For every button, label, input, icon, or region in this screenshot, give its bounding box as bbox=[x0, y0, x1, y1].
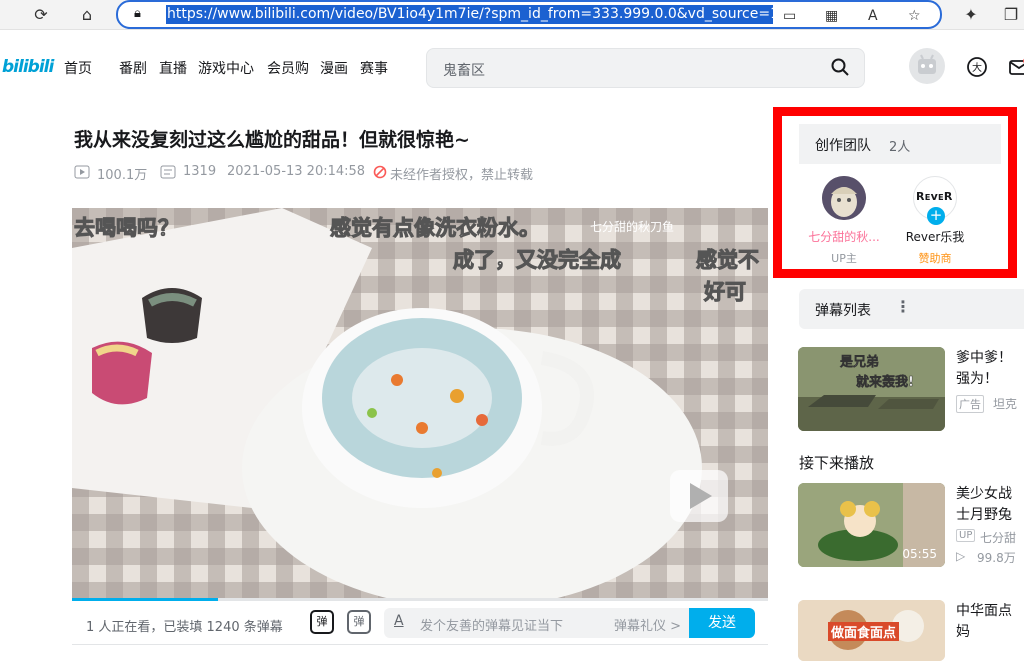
bilibili-logo[interactable]: bilibili bbox=[2, 57, 54, 77]
view-count: 100.1万 bbox=[97, 168, 148, 183]
copyright-notice: 未经作者授权，禁止转载 bbox=[390, 168, 534, 183]
member-role: 赞助商 bbox=[918, 252, 952, 265]
url-text[interactable]: https://www.bilibili.com/video/BV1io4y1m… bbox=[166, 5, 773, 24]
danmaku-etiquette-link[interactable]: 弹幕礼仪 > bbox=[614, 615, 681, 634]
home-icon[interactable]: ⌂ bbox=[76, 4, 98, 26]
video-player[interactable]: 去喝喝吗？ 感觉有点像洗衣粉水。 七分甜的秋刀鱼 成了，又没完全成 感觉不 好可 bbox=[72, 208, 768, 598]
nav-home[interactable]: 首页 bbox=[64, 58, 92, 78]
svg-text:大: 大 bbox=[972, 61, 982, 74]
ad-tag: 广告 bbox=[956, 395, 984, 413]
nav-esports[interactable]: 赛事 bbox=[360, 58, 388, 78]
danmaku-toggle-button[interactable]: 弹 bbox=[310, 610, 334, 634]
next-video-thumbnail[interactable]: 05:55 bbox=[798, 483, 945, 567]
next-video-views: 99.8万 bbox=[977, 551, 1016, 565]
subtitle-5: 好可 bbox=[704, 280, 747, 305]
sponsor-logo-text: RᴇᴠᴇR bbox=[916, 190, 953, 203]
subtitle-1: 去喝喝吗？ bbox=[74, 216, 180, 241]
nav-vip-shop[interactable]: 会员购 bbox=[267, 58, 309, 78]
creator-team-title: 创作团队 bbox=[815, 138, 871, 154]
app-available-icon[interactable]: ▭ bbox=[783, 6, 796, 26]
ad-thumb-text-1: 是兄弟 bbox=[840, 355, 880, 371]
creator-team-header: 创作团队 2人 bbox=[799, 124, 1001, 164]
qr-icon[interactable]: ▦ bbox=[825, 6, 838, 26]
more-options-icon[interactable]: ⋮ bbox=[895, 297, 911, 316]
search-icon[interactable] bbox=[830, 57, 850, 77]
member-name[interactable]: Rever乐我 bbox=[887, 228, 983, 245]
search-bar[interactable]: 鬼畜区 bbox=[426, 48, 865, 88]
message-icon[interactable] bbox=[1008, 56, 1024, 78]
video-duration: 05:55 bbox=[902, 547, 937, 561]
subtitle-4: 感觉不 bbox=[696, 248, 760, 273]
member-name[interactable]: 七分甜的秋... bbox=[796, 228, 892, 245]
danmaku-input-placeholder: 发个友善的弹幕见证当下 bbox=[420, 619, 564, 634]
search-placeholder: 鬼畜区 bbox=[443, 63, 485, 79]
nav-live[interactable]: 直播 bbox=[159, 58, 187, 78]
publish-date: 2021-05-13 20:14:58 bbox=[227, 164, 366, 179]
play-count-icon bbox=[74, 165, 90, 179]
team-member-up[interactable]: 七分甜的秋... UP主 bbox=[796, 176, 892, 266]
favorite-star-icon[interactable]: ☆ bbox=[908, 6, 921, 26]
danmaku-settings-button[interactable]: 弹 bbox=[347, 610, 371, 634]
danmaku-list-title: 弹幕列表 bbox=[815, 303, 871, 319]
up-next-title: 接下来播放 bbox=[799, 454, 875, 472]
collections-icon[interactable]: ❐ bbox=[1000, 4, 1022, 26]
lock-icon: 🔒︎ bbox=[134, 6, 141, 21]
refresh-icon[interactable]: ⟳ bbox=[30, 4, 52, 26]
danmaku-style-icon[interactable]: A bbox=[394, 613, 404, 629]
danmaku-list-header[interactable]: 弹幕列表 ⋮ bbox=[799, 289, 1024, 329]
ad-title[interactable]: 爹中爹！强为！ bbox=[956, 348, 1024, 390]
read-aloud-icon[interactable]: A bbox=[868, 6, 878, 26]
next-video-author[interactable]: 七分甜 bbox=[980, 529, 1016, 546]
danmaku-count-icon bbox=[160, 165, 176, 179]
play-count-icon: ▷ bbox=[956, 549, 966, 563]
no-reprint-icon bbox=[373, 165, 387, 179]
team-member-sponsor[interactable]: RᴇᴠᴇR + Rever乐我 赞助商 bbox=[887, 176, 983, 266]
vip-icon[interactable]: 大 bbox=[966, 56, 988, 78]
ad-thumbnail[interactable]: 是兄弟 就来轰我! bbox=[798, 347, 945, 431]
user-avatar[interactable] bbox=[909, 48, 945, 84]
ad-source: 坦克 bbox=[993, 397, 1018, 411]
member-role: UP主 bbox=[831, 252, 857, 265]
danmaku-control-bar: 1 人正在看，已装填 1240 条弹幕 弹 弹 A 发个友善的弹幕见证当下 弹幕… bbox=[72, 601, 768, 645]
address-bar[interactable]: 🔒︎ https://www.bilibili.com/video/BV1io4… bbox=[116, 0, 942, 29]
subtitle-2: 感觉有点像洗衣粉水。 bbox=[330, 216, 541, 241]
next-video-thumbnail-2[interactable]: 做面食面点 bbox=[798, 600, 945, 661]
next-video-title-2[interactable]: 中华面点妈 bbox=[956, 601, 1024, 643]
danmaku-count: 1319 bbox=[183, 164, 217, 179]
video-title: 我从来没复刻过这么尴尬的甜品！但就很惊艳~ bbox=[74, 129, 470, 151]
nav-anime[interactable]: 番剧 bbox=[119, 58, 147, 78]
nav-manga[interactable]: 漫画 bbox=[320, 58, 348, 78]
ad-thumb-text-2: 就来轰我! bbox=[856, 375, 914, 391]
extensions-icon[interactable]: ✦ bbox=[960, 4, 982, 26]
member-avatar[interactable] bbox=[822, 176, 866, 220]
subtitle-3: 成了，又没完全成 bbox=[453, 248, 622, 273]
watermark: 七分甜的秋刀鱼 bbox=[590, 220, 675, 234]
member-avatar[interactable]: RᴇᴠᴇR + bbox=[913, 176, 957, 225]
creator-team-count: 2人 bbox=[889, 140, 911, 155]
nav-game-center[interactable]: 游戏中心 bbox=[198, 58, 254, 78]
follow-plus-icon[interactable]: + bbox=[927, 207, 945, 225]
next-video-title[interactable]: 美少女战士月野兔的 bbox=[956, 484, 1024, 526]
up-badge-icon: UP bbox=[956, 529, 976, 542]
send-button[interactable]: 发送 bbox=[689, 608, 755, 638]
viewer-count: 1 人正在看，已装填 1240 条弹幕 bbox=[86, 620, 283, 635]
thumb-text: 做面食面点 bbox=[828, 622, 900, 641]
browser-toolbar: ⟳ ⌂ 🔒︎ https://www.bilibili.com/video/BV… bbox=[0, 0, 1024, 30]
danmaku-input[interactable]: A 发个友善的弹幕见证当下 弹幕礼仪 > bbox=[384, 608, 689, 638]
